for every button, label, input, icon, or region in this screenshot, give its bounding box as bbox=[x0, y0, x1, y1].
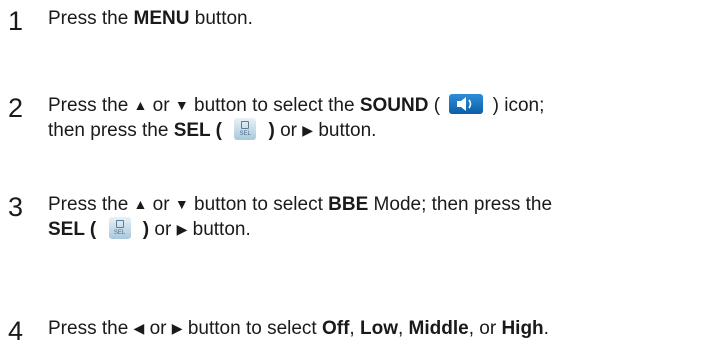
option-low: Low bbox=[359, 318, 398, 339]
text-segment: button. bbox=[187, 219, 251, 240]
step-text: Press the MENU button. bbox=[48, 7, 253, 31]
step-text-line-1: Press the ▲ or ▼ button to select BBE Mo… bbox=[48, 192, 552, 217]
text-segment: button. bbox=[313, 120, 377, 141]
text-segment: Press the bbox=[48, 194, 134, 215]
down-arrow-icon: ▼ bbox=[174, 196, 189, 212]
text-segment: ( bbox=[428, 95, 446, 116]
down-arrow-icon: ▼ bbox=[174, 97, 189, 113]
text-segment: then press the bbox=[48, 120, 174, 141]
sel-label: SEL ( bbox=[173, 120, 228, 141]
right-arrow-icon: ▶ bbox=[176, 221, 188, 237]
menu-button-label: MENU bbox=[133, 8, 190, 29]
step-number: 3 bbox=[8, 192, 24, 222]
text-segment: Press the bbox=[48, 8, 134, 29]
text-segment: . bbox=[543, 318, 549, 339]
sel-button-icon: SEL bbox=[234, 118, 257, 140]
square-icon bbox=[115, 220, 124, 228]
right-arrow-icon: ▶ bbox=[171, 320, 183, 336]
sel-button-icon: SEL bbox=[108, 217, 131, 239]
step-text-line-1: Press the ▲ or ▼ button to select the SO… bbox=[48, 93, 544, 118]
step-text-line-2: then press the SEL ( SEL ) or ▶ button. bbox=[48, 118, 376, 143]
square-icon bbox=[241, 121, 250, 129]
option-middle: Middle bbox=[408, 318, 469, 339]
left-arrow-icon: ◀ bbox=[133, 320, 145, 336]
step-number: 1 bbox=[8, 6, 24, 36]
text-segment: ) bbox=[137, 219, 150, 240]
sel-icon-label: SEL bbox=[113, 230, 126, 236]
speaker-icon bbox=[449, 94, 484, 114]
sel-label: SEL ( bbox=[48, 219, 102, 240]
text-segment: , bbox=[397, 318, 409, 339]
text-segment: or bbox=[147, 194, 175, 215]
text-segment: or bbox=[274, 120, 303, 141]
text-segment: ) bbox=[263, 120, 275, 141]
sel-icon-label: SEL bbox=[239, 131, 251, 137]
option-off: Off bbox=[321, 318, 350, 339]
step-number: 4 bbox=[8, 316, 24, 346]
sound-label: SOUND bbox=[359, 95, 429, 116]
right-arrow-icon: ▶ bbox=[302, 122, 314, 138]
step-text: Press the ◀ or ▶ button to select Off, L… bbox=[48, 316, 549, 341]
text-segment: or bbox=[147, 95, 175, 116]
text-segment: Mode; then press the bbox=[368, 194, 553, 215]
step-number: 2 bbox=[8, 93, 24, 123]
text-segment: or bbox=[149, 219, 177, 240]
text-segment: button to select bbox=[188, 194, 329, 215]
up-arrow-icon: ▲ bbox=[133, 196, 148, 212]
text-segment: button to select the bbox=[188, 95, 360, 116]
bbe-label: BBE bbox=[328, 194, 369, 215]
text-segment: or bbox=[144, 318, 172, 339]
text-segment: button to select bbox=[182, 318, 322, 339]
text-segment: Press the bbox=[48, 95, 134, 116]
step-text-line-2: SEL ( SEL ) or ▶ button. bbox=[48, 217, 251, 242]
text-segment: button. bbox=[189, 8, 253, 29]
text-segment: , bbox=[349, 318, 360, 339]
text-segment: Press the bbox=[48, 318, 134, 339]
text-segment: ) icon; bbox=[487, 95, 545, 116]
text-segment: , or bbox=[468, 318, 502, 339]
option-high: High bbox=[501, 318, 544, 339]
up-arrow-icon: ▲ bbox=[133, 97, 148, 113]
